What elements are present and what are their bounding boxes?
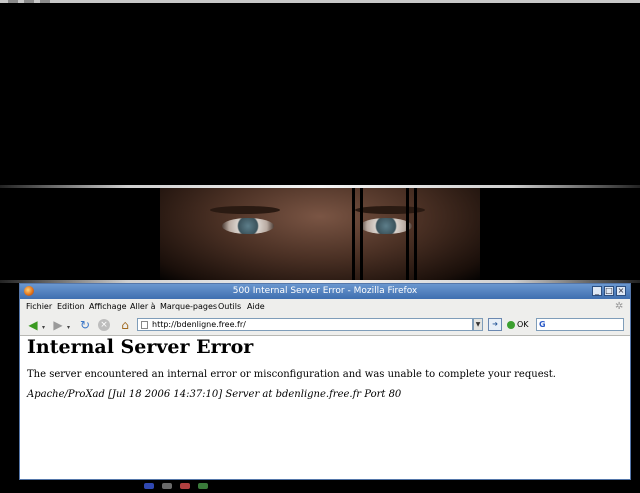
ok-label: OK xyxy=(517,320,529,329)
firefox-window: 500 Internal Server Error - Mozilla Fire… xyxy=(19,283,631,480)
stop-icon[interactable]: × xyxy=(98,319,110,331)
dock-icons xyxy=(144,474,244,489)
wallpaper-eye xyxy=(222,218,274,234)
dock-icon[interactable] xyxy=(162,483,173,489)
back-arrow-icon[interactable]: ◀ xyxy=(26,318,40,332)
reload-icon[interactable]: ↻ xyxy=(78,318,92,332)
forward-history-dropdown[interactable]: ▾ xyxy=(67,324,70,331)
menu-affichage[interactable]: Affichage xyxy=(89,302,127,311)
menu-outils[interactable]: Outils xyxy=(218,302,241,311)
ok-button[interactable]: OK xyxy=(507,319,529,331)
menu-edition[interactable]: Edition xyxy=(57,302,85,311)
url-input[interactable] xyxy=(152,319,452,330)
wallpaper-hair-strand xyxy=(360,188,363,283)
wallpaper-eye xyxy=(360,218,412,234)
page-content: Internal Server Error The server encount… xyxy=(20,336,630,479)
window-titlebar[interactable]: 500 Internal Server Error - Mozilla Fire… xyxy=(20,284,630,299)
close-icon[interactable]: × xyxy=(616,286,626,296)
top-panel-strip xyxy=(0,0,640,3)
search-input[interactable]: G xyxy=(536,318,624,331)
wallpaper-face-image xyxy=(160,188,480,283)
menu-aller-a[interactable]: Aller à xyxy=(130,302,156,311)
menubar: Fichier Edition Affichage Aller à Marque… xyxy=(20,299,630,315)
dock-icon[interactable] xyxy=(144,483,154,489)
error-message: The server encountered an internal error… xyxy=(27,369,556,380)
dock-icon[interactable] xyxy=(180,483,191,489)
navigation-toolbar: ◀ ▾ ▶ ▾ ↻ × ⌂ ▼ ➜ OK G xyxy=(20,315,630,336)
panel-item[interactable] xyxy=(24,0,34,3)
wallpaper-hair-strand xyxy=(352,188,355,283)
url-history-dropdown[interactable]: ▼ xyxy=(473,318,483,331)
server-signature: Apache/ProXad [Jul 18 2006 14:37:10] Ser… xyxy=(27,389,402,400)
wallpaper-hair-strand xyxy=(414,188,417,283)
dock-icon[interactable] xyxy=(198,483,209,489)
throbber-icon: ✲ xyxy=(615,301,624,312)
menu-aide[interactable]: Aide xyxy=(247,302,265,311)
panel-item[interactable] xyxy=(8,0,18,3)
back-history-dropdown[interactable]: ▾ xyxy=(42,324,45,331)
wallpaper-hair-strand xyxy=(406,188,409,283)
minimize-icon[interactable]: _ xyxy=(592,286,602,296)
wallpaper-brow xyxy=(210,206,280,214)
maximize-icon[interactable]: □ xyxy=(604,286,614,296)
menu-fichier[interactable]: Fichier xyxy=(26,302,52,311)
home-icon[interactable]: ⌂ xyxy=(118,318,132,332)
go-dot-icon xyxy=(507,320,515,329)
go-icon[interactable]: ➜ xyxy=(488,318,502,331)
forward-arrow-icon[interactable]: ▶ xyxy=(51,318,65,332)
url-bar[interactable] xyxy=(137,318,473,331)
menu-marque-pages[interactable]: Marque-pages xyxy=(160,302,217,311)
error-heading: Internal Server Error xyxy=(27,336,254,358)
page-icon xyxy=(141,321,148,329)
panel-item[interactable] xyxy=(40,0,50,3)
window-title: 500 Internal Server Error - Mozilla Fire… xyxy=(232,286,418,296)
google-icon[interactable]: G xyxy=(539,320,548,329)
